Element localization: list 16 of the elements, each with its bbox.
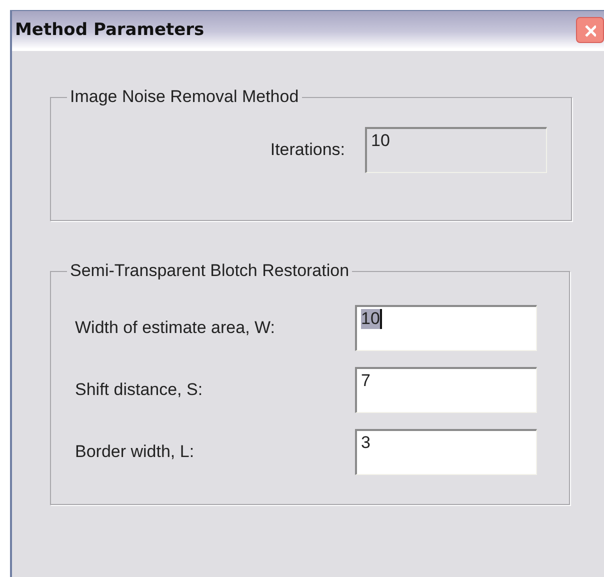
group-title: Semi-Transparent Blotch Restoration	[69, 261, 350, 281]
text-field[interactable]: 10	[355, 305, 537, 351]
field-label: Border width, L:	[75, 442, 196, 462]
field-label: Width of estimate area, W:	[75, 318, 276, 338]
field-value: 10	[361, 309, 380, 329]
close-icon	[584, 23, 596, 37]
close-button[interactable]	[576, 17, 604, 43]
field-value: 10	[371, 131, 390, 151]
group-title: Image Noise Removal Method	[69, 87, 300, 107]
text-field[interactable]: 3	[355, 429, 537, 475]
field-label: Iterations:	[269, 140, 346, 160]
window-title: Method Parameters	[15, 20, 206, 40]
field-value: 7	[361, 371, 370, 391]
text-field[interactable]: 7	[355, 367, 537, 413]
field-label: Shift distance, S:	[75, 380, 204, 400]
field-value: 3	[361, 433, 370, 453]
